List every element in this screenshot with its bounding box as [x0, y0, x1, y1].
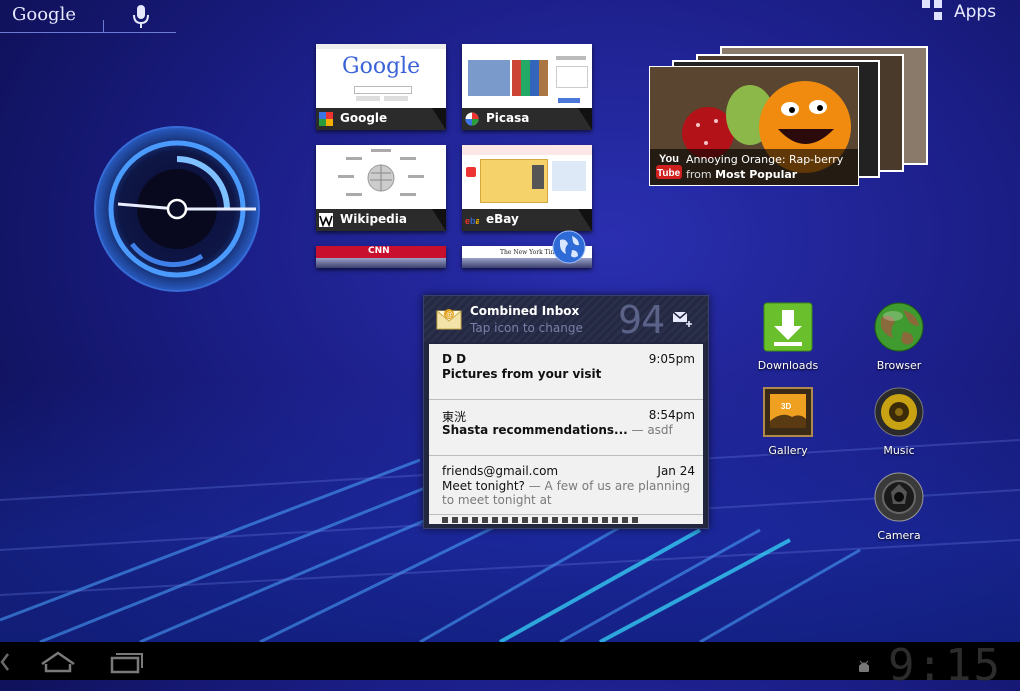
downloads-shortcut[interactable]: Downloads — [748, 302, 828, 378]
svg-text:ebay: ebay — [465, 216, 479, 226]
shortcut-label: Gallery — [768, 444, 808, 457]
bookmark-label-bar: Wikipedia — [316, 209, 446, 231]
globe-browser-icon — [874, 302, 924, 352]
apps-label: Apps — [954, 2, 997, 22]
shortcut-label: Music — [883, 444, 915, 457]
youtube-logo-top: You — [659, 153, 679, 165]
gallery-icon: 3D — [763, 387, 813, 437]
camera-icon — [874, 472, 924, 522]
youtube-logo-bottom: Tube — [657, 168, 681, 179]
message-subject-line: Meet tonight? — A few of us are planning… — [442, 479, 698, 507]
cnn-logo-text: CNN — [368, 246, 390, 256]
message-list[interactable]: D D 9:05pm Pictures from your visit 東洸 8… — [429, 344, 703, 524]
svg-text:3D: 3D — [781, 402, 791, 411]
music-shortcut[interactable]: Music — [859, 387, 939, 463]
email-widget-header[interactable]: @ Combined Inbox Tap icon to change 94 — [424, 296, 708, 342]
bookmark-cnn[interactable]: CNN — [316, 246, 446, 268]
youtube-caption-bar: You Tube Annoying Orange: Rap-berry from… — [650, 149, 858, 185]
apps-grid-icon — [922, 0, 946, 24]
inbox-title: Combined Inbox — [470, 304, 580, 318]
message-subject-line: Pictures from your visit — [442, 367, 698, 381]
back-icon[interactable] — [0, 652, 10, 672]
message-row[interactable]: D D 9:05pm Pictures from your visit — [429, 344, 703, 400]
bookmark-wikipedia[interactable]: Wikipedia — [316, 145, 446, 231]
microphone-icon[interactable] — [130, 4, 152, 30]
message-sender: D D — [442, 352, 467, 366]
youtube-widget[interactable]: You Tube Annoying Orange: Rap-berry from… — [649, 66, 859, 186]
google-search-bar[interactable]: Google — [0, 0, 176, 33]
bookmark-label-bar: Picasa — [462, 108, 592, 130]
inbox-hint: Tap icon to change — [470, 321, 583, 335]
camera-shortcut[interactable]: Camera — [859, 472, 939, 548]
email-widget[interactable]: @ Combined Inbox Tap icon to change 94 D… — [423, 295, 709, 529]
svg-text:@: @ — [446, 312, 453, 319]
bookmark-label: Picasa — [486, 111, 530, 125]
globe-icon — [552, 230, 586, 264]
bookmark-picasa[interactable]: Picasa — [462, 44, 592, 130]
message-time: 8:54pm — [648, 408, 695, 422]
picasa-favicon-icon — [465, 112, 479, 126]
message-sender: friends@gmail.com — [442, 464, 559, 478]
wikipedia-favicon-icon — [319, 213, 333, 227]
shortcut-label: Browser — [876, 359, 922, 372]
unread-count: 94 — [618, 298, 665, 342]
apps-button[interactable]: Apps — [920, 0, 1020, 28]
message-time: Jan 24 — [657, 464, 695, 478]
envelope-icon[interactable]: @ — [436, 305, 462, 331]
shortcut-label: Camera — [877, 529, 921, 542]
message-subject-line: Shasta recommendations... — asdf — [442, 423, 698, 437]
message-subject: Pictures from your visit — [442, 367, 602, 381]
video-source: from Most Popular — [686, 168, 797, 181]
android-debug-icon[interactable] — [857, 660, 871, 674]
analog-clock-widget[interactable] — [92, 124, 262, 294]
downloads-icon — [763, 302, 813, 352]
bookmark-thumbnail — [462, 145, 592, 209]
search-divider — [103, 20, 104, 32]
bookmark-label: eBay — [486, 212, 519, 226]
bookmark-label: Google — [340, 111, 388, 125]
video-source-prefix: from — [686, 168, 712, 181]
speaker-music-icon — [874, 387, 924, 437]
bookmark-label: Wikipedia — [340, 212, 407, 226]
message-subject: Shasta recommendations... — [442, 423, 628, 437]
status-clock[interactable]: 9:15 — [888, 640, 1002, 691]
message-row[interactable]: 東洸 8:54pm Shasta recommendations... — as… — [429, 400, 703, 456]
video-title: Annoying Orange: Rap-berry — [686, 153, 844, 166]
message-time: 9:05pm — [648, 352, 695, 366]
system-bar: 9:15 — [0, 640, 1020, 691]
search-label: Google — [12, 4, 76, 25]
bookmark-thumbnail — [462, 44, 592, 108]
bookmark-thumbnail: Google — [316, 44, 446, 108]
bookmark-label-bar: ebay eBay — [462, 209, 592, 231]
next-message-peek — [442, 517, 642, 523]
home-icon[interactable] — [38, 650, 78, 674]
message-snippet: — asdf — [627, 423, 673, 437]
google-favicon-icon — [319, 112, 333, 126]
video-source-name: Most Popular — [715, 168, 798, 181]
shortcut-label: Downloads — [757, 359, 819, 372]
bookmark-label-bar: Google — [316, 108, 446, 130]
browser-shortcut[interactable]: Browser — [859, 302, 939, 378]
bookmark-thumbnail — [316, 145, 446, 209]
ebay-favicon-icon: ebay — [465, 216, 479, 226]
youtube-logo-icon: You Tube — [656, 153, 682, 179]
gallery-shortcut[interactable]: 3D Gallery — [748, 387, 828, 463]
message-row[interactable]: friends@gmail.com Jan 24 Meet tonight? —… — [429, 456, 703, 515]
recent-apps-icon[interactable] — [106, 650, 146, 674]
bookmark-google[interactable]: Google Google — [316, 44, 446, 130]
compose-icon[interactable] — [672, 310, 692, 328]
google-logo-text: Google — [342, 54, 421, 79]
message-subject: Meet tonight? — [442, 479, 525, 493]
bookmark-ebay[interactable]: ebay eBay — [462, 145, 592, 231]
